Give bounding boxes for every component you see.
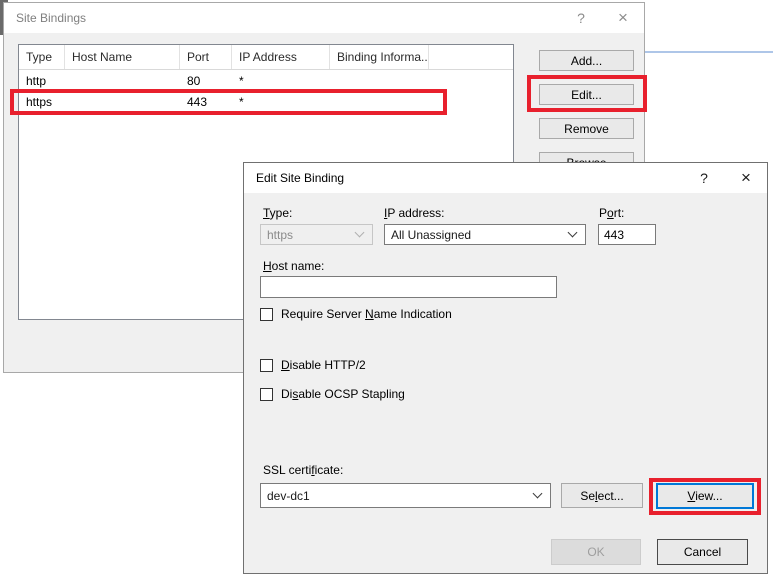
column-header-type[interactable]: Type bbox=[19, 45, 65, 69]
chevron-down-icon bbox=[533, 488, 543, 498]
cell-ip-address: * bbox=[232, 95, 330, 109]
host-name-input[interactable] bbox=[260, 276, 557, 298]
edit-button[interactable]: Edit... bbox=[539, 84, 634, 105]
site-bindings-title: Site Bindings bbox=[4, 11, 86, 25]
close-icon[interactable]: × bbox=[725, 163, 767, 193]
ssl-certificate-label: SSL certificate: bbox=[263, 463, 343, 477]
close-icon[interactable]: × bbox=[602, 3, 644, 33]
view-button[interactable]: View... bbox=[656, 483, 754, 509]
edit-binding-title: Edit Site Binding bbox=[244, 171, 344, 185]
require-sni-checkbox-row: Require Server Name Indication bbox=[260, 307, 452, 321]
ssl-certificate-dropdown[interactable]: dev-dc1 bbox=[260, 483, 551, 508]
ip-address-label: IP address: bbox=[384, 206, 445, 220]
cell-type: https bbox=[19, 95, 65, 109]
column-header-ip-address[interactable]: IP Address bbox=[232, 45, 330, 69]
disable-ocsp-label[interactable]: Disable OCSP Stapling bbox=[281, 387, 405, 401]
binding-row-https[interactable]: https 443 * bbox=[19, 91, 513, 112]
remove-button[interactable]: Remove bbox=[539, 118, 634, 139]
ok-button[interactable]: OK bbox=[551, 539, 641, 565]
help-icon[interactable]: ? bbox=[560, 3, 602, 33]
require-sni-checkbox[interactable] bbox=[260, 308, 273, 321]
edit-binding-titlebar: Edit Site Binding ? × bbox=[244, 163, 767, 193]
type-label: Type: bbox=[263, 206, 292, 220]
require-sni-label[interactable]: Require Server Name Indication bbox=[281, 307, 452, 321]
cancel-button[interactable]: Cancel bbox=[657, 539, 748, 565]
column-header-filler bbox=[429, 45, 513, 69]
edit-site-binding-dialog: Edit Site Binding ? × Type: IP address: … bbox=[243, 162, 768, 574]
site-bindings-titlebar: Site Bindings ? × bbox=[4, 3, 644, 33]
help-icon[interactable]: ? bbox=[683, 163, 725, 193]
disable-http2-checkbox-row: Disable HTTP/2 bbox=[260, 358, 366, 372]
port-input[interactable] bbox=[598, 224, 656, 245]
add-button[interactable]: Add... bbox=[539, 50, 634, 71]
select-button[interactable]: Select... bbox=[561, 483, 643, 508]
port-label: Port: bbox=[599, 206, 624, 220]
chevron-down-icon bbox=[568, 227, 578, 237]
column-header-port[interactable]: Port bbox=[180, 45, 232, 69]
cell-type: http bbox=[19, 74, 65, 88]
cell-ip-address: * bbox=[232, 74, 330, 88]
chevron-down-icon bbox=[355, 227, 365, 237]
binding-row-http[interactable]: http 80 * bbox=[19, 70, 513, 91]
background-panel-border bbox=[645, 51, 773, 53]
host-name-label: Host name: bbox=[263, 259, 324, 273]
disable-ocsp-checkbox[interactable] bbox=[260, 388, 273, 401]
bindings-list-header: Type Host Name Port IP Address Binding I… bbox=[19, 45, 513, 70]
type-dropdown[interactable]: https bbox=[260, 224, 373, 245]
cell-port: 80 bbox=[180, 74, 232, 88]
disable-http2-checkbox[interactable] bbox=[260, 359, 273, 372]
column-header-host-name[interactable]: Host Name bbox=[65, 45, 180, 69]
ip-address-dropdown[interactable]: All Unassigned bbox=[384, 224, 586, 245]
disable-ocsp-checkbox-row: Disable OCSP Stapling bbox=[260, 387, 405, 401]
column-header-binding-info[interactable]: Binding Informa... bbox=[330, 45, 429, 69]
cell-port: 443 bbox=[180, 95, 232, 109]
disable-http2-label[interactable]: Disable HTTP/2 bbox=[281, 358, 366, 372]
